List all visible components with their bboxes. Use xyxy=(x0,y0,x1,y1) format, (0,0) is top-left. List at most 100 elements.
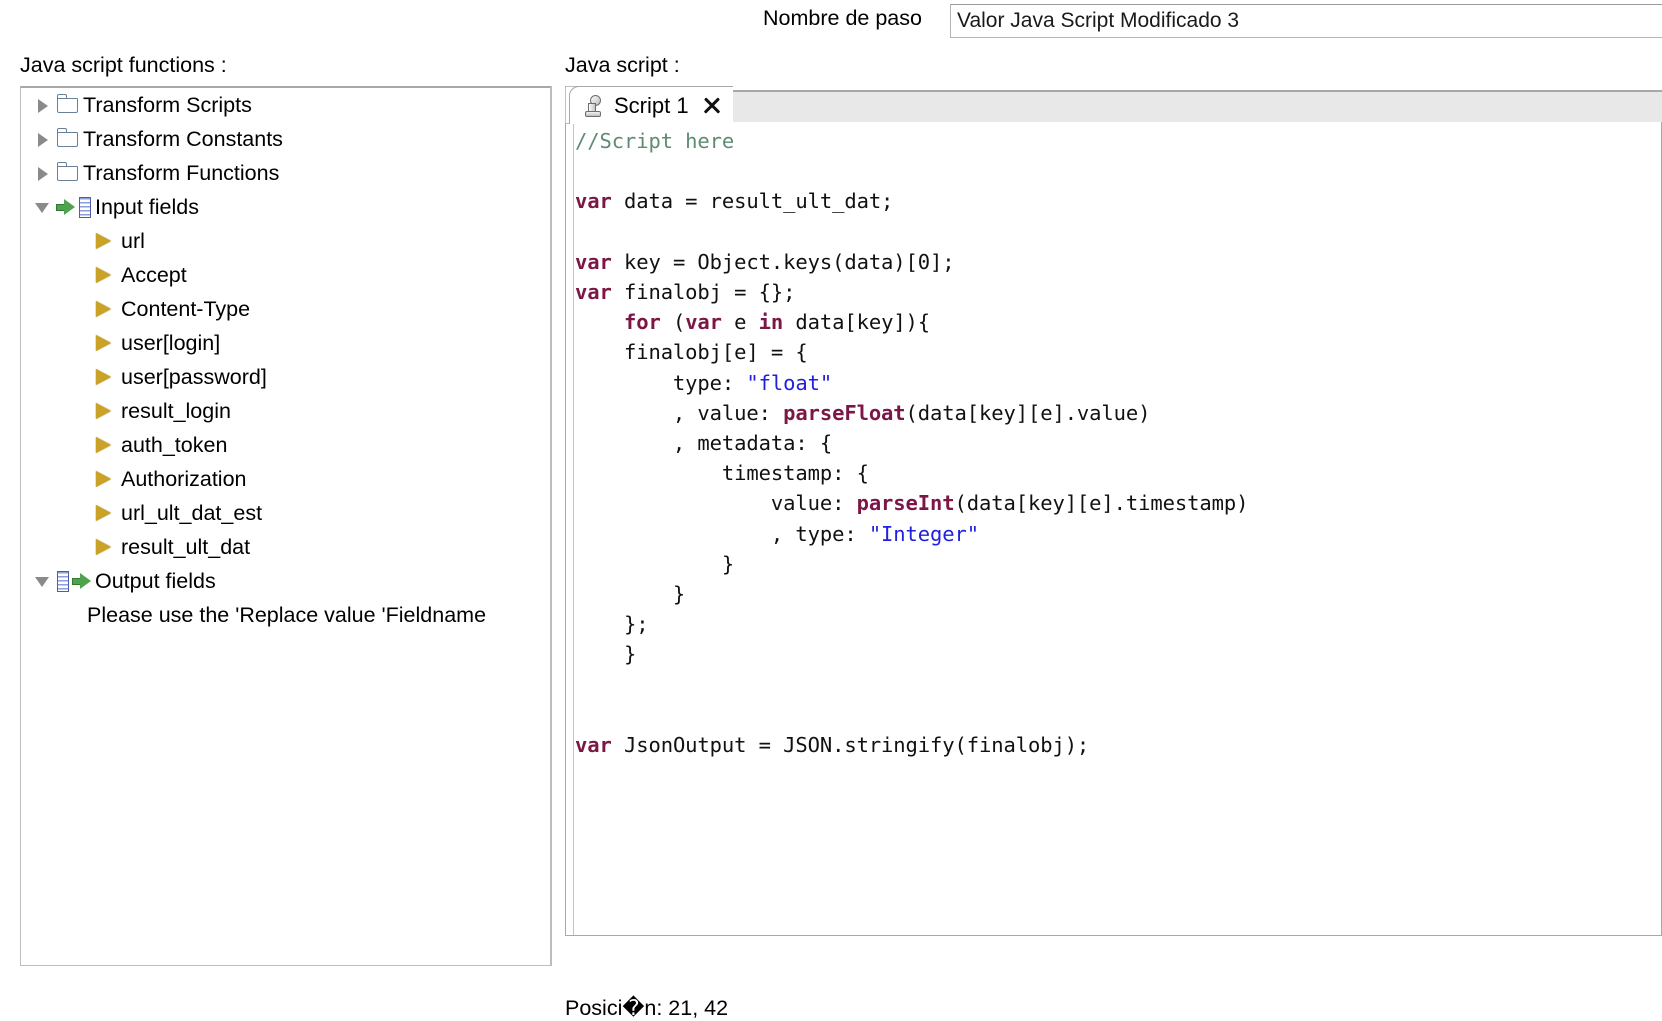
code-token: "Integer" xyxy=(868,521,979,546)
code-line: } xyxy=(575,579,1661,609)
field-arrow-icon xyxy=(93,496,119,530)
code-token: JsonOutput = JSON.stringify(finalobj); xyxy=(611,733,1090,758)
java-script-functions-tree[interactable]: Transform Scripts Transform Constants Tran… xyxy=(20,86,551,966)
code-token: var xyxy=(575,733,612,758)
tree-item[interactable]: Output fields xyxy=(21,564,550,598)
field-arrow-icon xyxy=(93,530,119,564)
code-token: parseInt xyxy=(856,491,955,516)
code-token: data = result_ult_dat; xyxy=(611,189,894,214)
tree-item[interactable]: url_ult_dat_est xyxy=(21,496,550,530)
tree-item[interactable]: Content-Type xyxy=(21,292,550,326)
tree-item[interactable]: Authorization xyxy=(21,462,550,496)
tree-item[interactable]: Transform Functions xyxy=(21,156,550,190)
code-line: }; xyxy=(575,609,1661,639)
code-line: //Script here xyxy=(575,126,1661,156)
tree-item[interactable]: user[password] xyxy=(21,360,550,394)
tree-item-label: auth_token xyxy=(121,433,228,457)
code-line: , metadata: { xyxy=(575,428,1661,458)
script-tab-strip: Script 1 xyxy=(565,86,1662,128)
code-token: } xyxy=(575,582,686,607)
script-icon xyxy=(582,93,608,119)
code-editor[interactable]: //Script here var data = result_ult_dat;… xyxy=(565,122,1662,936)
step-name-label: Nombre de paso xyxy=(763,6,922,30)
field-arrow-icon xyxy=(93,428,119,462)
code-line: finalobj[e] = { xyxy=(575,337,1661,367)
code-token: data[key]){ xyxy=(783,310,931,335)
code-token: in xyxy=(758,310,784,335)
code-line: timestamp: { xyxy=(575,458,1661,488)
code-content[interactable]: //Script here var data = result_ult_dat;… xyxy=(575,126,1661,760)
code-line: var data = result_ult_dat; xyxy=(575,186,1661,216)
tree-item-label: user[password] xyxy=(121,365,267,389)
tree-item-label: result_ult_dat xyxy=(121,535,251,559)
code-line: value: parseInt(data[key][e].timestamp) xyxy=(575,488,1661,518)
green-arrow-icon xyxy=(55,190,77,224)
tree-collapse-toggle-icon[interactable] xyxy=(33,564,55,598)
fields-document-icon xyxy=(55,564,71,598)
field-arrow-icon xyxy=(93,462,119,496)
tree-item[interactable]: result_ult_dat xyxy=(21,530,550,564)
code-token: key = Object.keys(data)[0]; xyxy=(611,249,955,274)
tree-item[interactable]: result_login xyxy=(21,394,550,428)
step-name-input[interactable] xyxy=(950,4,1662,38)
tree-item-label: Accept xyxy=(121,263,187,287)
green-arrow-icon xyxy=(71,564,93,598)
field-arrow-icon xyxy=(93,360,119,394)
tree-item-label: result_login xyxy=(121,399,231,423)
tree-item-label: Authorization xyxy=(121,467,247,491)
code-line: var key = Object.keys(data)[0]; xyxy=(575,247,1661,277)
java-script-label: Java script : xyxy=(565,53,680,77)
script-editor-panel: Script 1 //Script here var data = result… xyxy=(565,86,1662,936)
tree-item-label: user[login] xyxy=(121,331,221,355)
code-token: finalobj[e] = { xyxy=(575,340,808,365)
code-token: value: xyxy=(575,491,857,516)
folder-icon xyxy=(55,88,81,122)
output-fields-hint: Please use the 'Replace value 'Fieldname xyxy=(87,603,487,627)
tree-item[interactable]: Transform Scripts xyxy=(21,88,550,122)
cursor-position-status: Posici�n: 21, 42 xyxy=(565,996,729,1020)
tree-item-label: Input fields xyxy=(95,195,199,219)
tree-item-label: Transform Functions xyxy=(83,161,280,185)
tree-item[interactable]: user[login] xyxy=(21,326,550,360)
code-token: var xyxy=(575,280,612,305)
code-token: , value: xyxy=(575,400,784,425)
code-token: var xyxy=(575,189,612,214)
tree-item[interactable]: url xyxy=(21,224,550,258)
close-icon[interactable] xyxy=(701,95,723,117)
tree-item[interactable]: Accept xyxy=(21,258,550,292)
code-token: timestamp: { xyxy=(575,461,869,486)
code-gutter xyxy=(566,122,574,935)
code-token: , metadata: { xyxy=(575,431,833,456)
code-line: var finalobj = {}; xyxy=(575,277,1661,307)
code-token: type: xyxy=(575,370,747,395)
code-line: type: "float" xyxy=(575,368,1661,398)
tab-script-1[interactable]: Script 1 xyxy=(569,86,733,124)
tree-expand-toggle-icon[interactable] xyxy=(33,156,55,190)
tree-item[interactable]: Input fields xyxy=(21,190,550,224)
code-line: } xyxy=(575,549,1661,579)
tree-item-label: Output fields xyxy=(95,569,216,593)
code-line: for (var e in data[key]){ xyxy=(575,307,1661,337)
tree-item[interactable]: auth_token xyxy=(21,428,550,462)
code-token: }; xyxy=(575,612,649,637)
tree-item-label: url xyxy=(121,229,145,253)
field-arrow-icon xyxy=(93,224,119,258)
code-token: parseFloat xyxy=(783,400,906,425)
field-arrow-icon xyxy=(93,292,119,326)
code-token: //Script here xyxy=(575,129,735,153)
tree-collapse-toggle-icon[interactable] xyxy=(33,190,55,224)
code-line: , value: parseFloat(data[key][e].value) xyxy=(575,398,1661,428)
code-token: e xyxy=(721,310,759,335)
tree-expand-toggle-icon[interactable] xyxy=(33,88,55,122)
fields-document-icon xyxy=(77,190,93,224)
tree-expand-toggle-icon[interactable] xyxy=(33,122,55,156)
tab-script-1-label: Script 1 xyxy=(614,92,689,118)
header-bar: Nombre de paso xyxy=(0,0,1662,44)
code-token: for xyxy=(623,310,661,335)
tree-item[interactable]: Transform Constants xyxy=(21,122,550,156)
java-script-functions-label: Java script functions : xyxy=(20,53,227,77)
